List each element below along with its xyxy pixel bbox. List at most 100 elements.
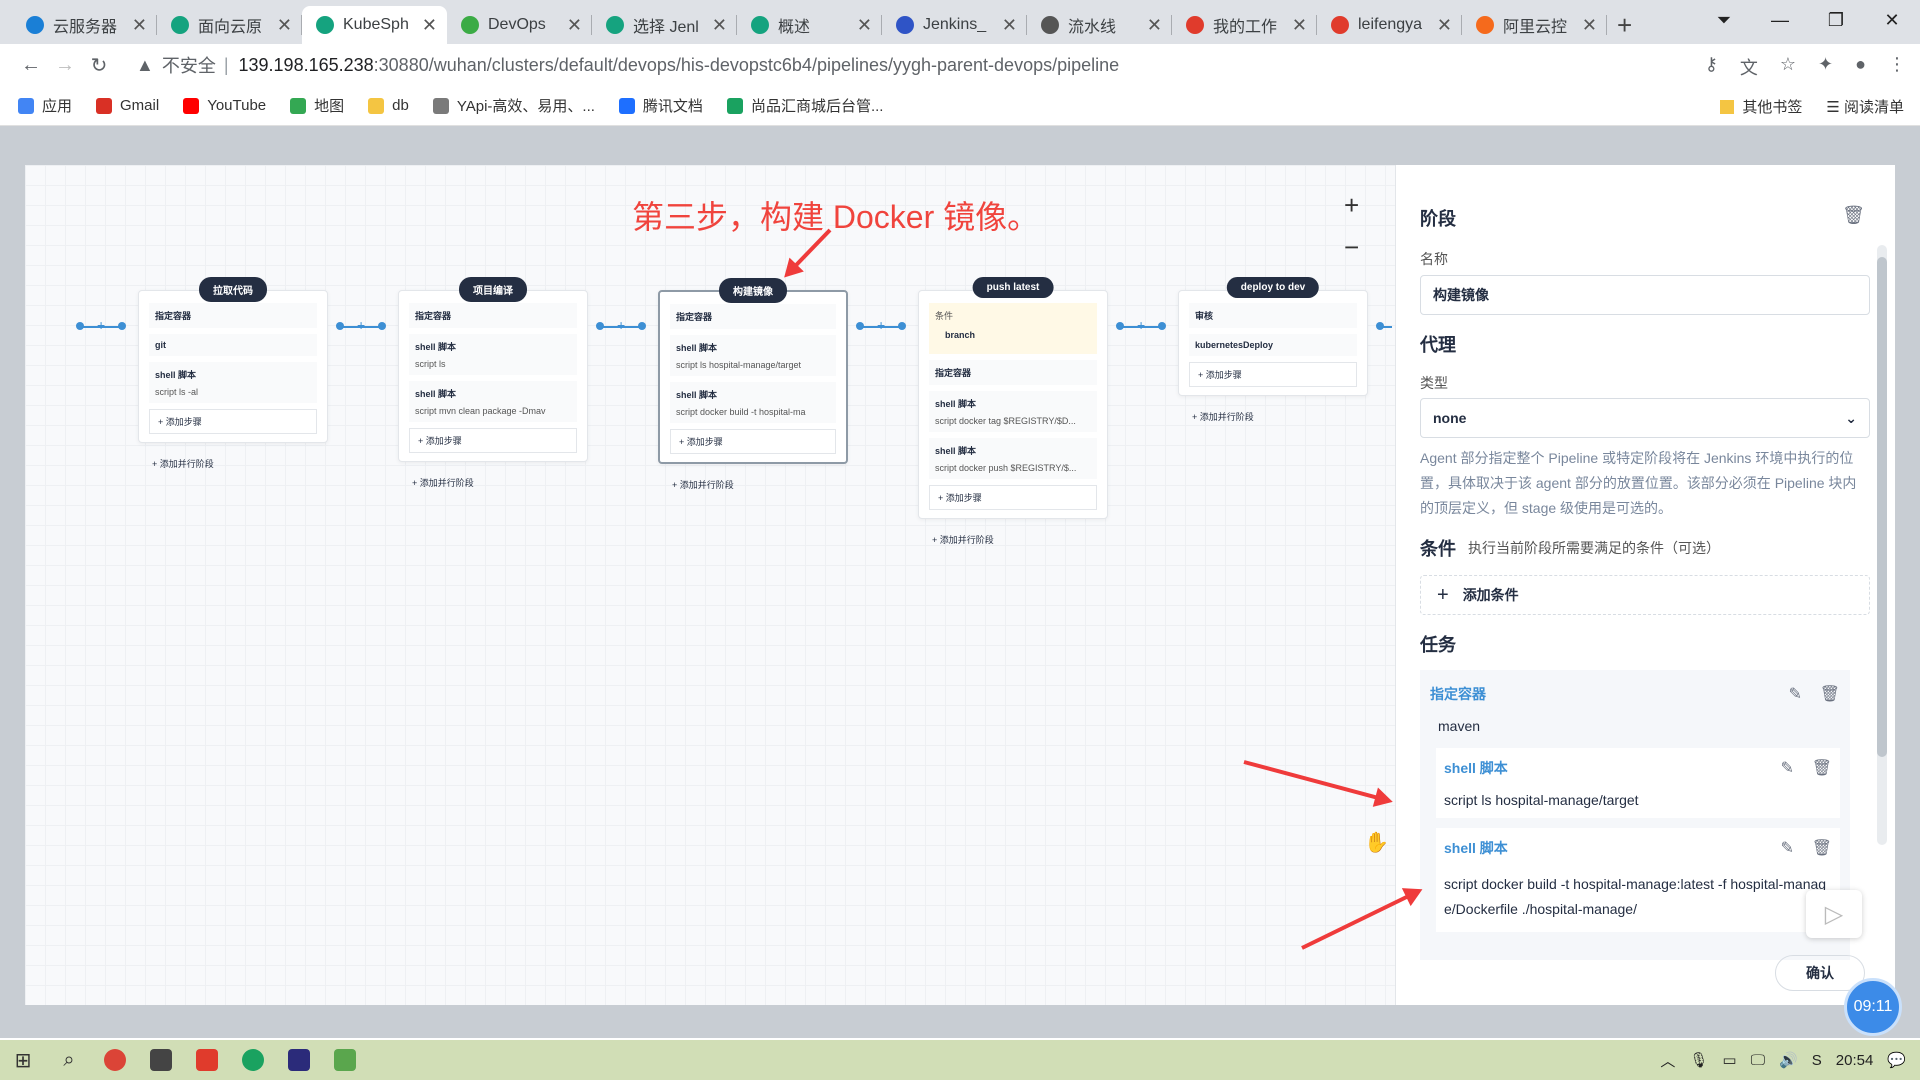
extensions-icon[interactable]: ✦	[1818, 54, 1833, 80]
tab-close-icon[interactable]: ✕	[567, 15, 582, 36]
zoom-out-button[interactable]: −	[1344, 232, 1359, 263]
tab-close-icon[interactable]: ✕	[277, 15, 292, 36]
step-block[interactable]: shell 脚本 script ls -al	[149, 362, 317, 403]
app-green-icon[interactable]	[230, 1040, 276, 1080]
tab-close-icon[interactable]: ✕	[132, 15, 147, 36]
stage-card[interactable]: 拉取代码 指定容器 git shell 脚本 script ls -al + 添加步骤	[138, 277, 328, 443]
step-block[interactable]: shell 脚本 script docker tag $REGISTRY/$D..…	[929, 391, 1097, 432]
add-step-button[interactable]: + 添加步骤	[929, 485, 1097, 510]
tray-chevron-icon[interactable]: ︿	[1660, 1050, 1675, 1071]
trash-icon[interactable]: 🗑	[1820, 686, 1840, 703]
agent-type-select[interactable]: none ⌄	[1420, 398, 1870, 438]
edit-icon[interactable]: ✎	[1781, 760, 1794, 777]
bookmark-item[interactable]: 应用	[18, 95, 72, 116]
shell-task-1[interactable]: shell 脚本 ✎ 🗑 script ls hospital-manage/ta…	[1436, 748, 1840, 818]
bookmark-item[interactable]: 尚品汇商城后台管...	[726, 95, 883, 116]
minimize-button[interactable]: —	[1752, 10, 1808, 31]
browser-tab[interactable]: 流水线 ✕	[1027, 6, 1172, 44]
battery-icon[interactable]: ▭	[1722, 1051, 1736, 1069]
add-step-button[interactable]: + 添加步骤	[670, 429, 836, 454]
volume-icon[interactable]: 🔊	[1779, 1051, 1798, 1069]
stage-condition[interactable]: 条件 branch	[929, 303, 1097, 354]
wps-icon[interactable]	[184, 1040, 230, 1080]
trash-icon[interactable]: 🗑	[1812, 760, 1832, 777]
notifications-icon[interactable]: 💬	[1887, 1051, 1906, 1069]
step-block[interactable]: shell 脚本 script docker build -t hospital-…	[670, 382, 836, 423]
key-icon[interactable]: ⚷	[1705, 54, 1718, 80]
add-step-button[interactable]: + 添加步骤	[149, 409, 317, 434]
step-block[interactable]: 指定容器	[409, 303, 577, 328]
delete-stage-icon[interactable]: 🗑	[1842, 205, 1865, 226]
bookmark-item[interactable]: YouTube	[183, 97, 266, 114]
ime-icon[interactable]: S	[1812, 1052, 1822, 1069]
add-step-button[interactable]: + 添加步骤	[409, 428, 577, 453]
step-block[interactable]: shell 脚本 script ls hospital-manage/target	[670, 335, 836, 376]
trash-icon[interactable]: 🗑	[1812, 840, 1832, 857]
windows-start-icon[interactable]: ⊞	[0, 1040, 46, 1080]
reload-button[interactable]: ↻	[82, 53, 116, 78]
app-icon[interactable]	[138, 1040, 184, 1080]
edit-icon[interactable]: ✎	[1789, 686, 1802, 703]
jetbrains-icon[interactable]	[276, 1040, 322, 1080]
edit-icon[interactable]: ✎	[1781, 840, 1794, 857]
stage-name-input[interactable]: 构建镜像	[1420, 275, 1870, 315]
step-block[interactable]: kubernetesDeploy	[1189, 334, 1357, 356]
tab-close-icon[interactable]: ✕	[1582, 15, 1597, 36]
add-condition-button[interactable]: + 添加条件	[1420, 575, 1870, 615]
tab-close-icon[interactable]: ✕	[422, 15, 437, 36]
add-parallel-stage-button[interactable]: + 添加并行阶段	[398, 472, 588, 493]
tab-close-icon[interactable]: ✕	[712, 15, 727, 36]
shell-task-2[interactable]: shell 脚本 ✎ 🗑 script docker build -t hospi…	[1436, 828, 1840, 932]
forward-button[interactable]: →	[48, 54, 82, 77]
add-parallel-stage-button[interactable]: + 添加并行阶段	[138, 453, 328, 474]
step-block[interactable]: 指定容器	[149, 303, 317, 328]
bookmark-item[interactable]: YApi-高效、易用、...	[432, 95, 595, 116]
browser-tab[interactable]: leifengya ✕	[1317, 6, 1462, 44]
browser-tab[interactable]: Jenkins_ ✕	[882, 6, 1027, 44]
zoom-in-button[interactable]: +	[1344, 190, 1359, 221]
add-stage-plus-icon[interactable]: +	[357, 317, 365, 333]
tab-close-icon[interactable]: ✕	[1002, 15, 1017, 36]
browser-tab[interactable]: 选择 Jenl ✕	[592, 6, 737, 44]
network-icon[interactable]: 🖵	[1751, 1052, 1765, 1069]
tab-close-icon[interactable]: ✕	[857, 15, 872, 36]
translate-icon[interactable]: 文	[1740, 54, 1758, 80]
search-icon[interactable]: ⌕	[46, 1040, 92, 1080]
notepad-icon[interactable]	[322, 1040, 368, 1080]
other-bookmarks[interactable]: 其他书签	[1720, 96, 1802, 117]
stage-card[interactable]: deploy to dev 审核 kubernetesDeploy + 添加步骤	[1178, 277, 1368, 396]
close-button[interactable]: ✕	[1864, 10, 1920, 31]
mic-icon[interactable]: 🎙	[1689, 1051, 1708, 1069]
step-block[interactable]: shell 脚本 script ls	[409, 334, 577, 375]
add-stage-plus-icon[interactable]: +	[617, 317, 625, 333]
menu-icon[interactable]: ⋮	[1888, 54, 1906, 80]
profile-avatar-icon[interactable]: ●	[1855, 54, 1866, 80]
browser-tab[interactable]: KubeSph ✕	[302, 6, 447, 44]
stage-card[interactable]: 构建镜像 指定容器 shell 脚本 script ls hospital-manag…	[658, 278, 848, 464]
add-parallel-stage-button[interactable]: + 添加并行阶段	[1178, 406, 1368, 427]
browser-tab[interactable]: DevOps ✕	[447, 6, 592, 44]
add-step-button[interactable]: + 添加步骤	[1189, 362, 1357, 387]
profile-dropdown-icon[interactable]: ⏷	[1696, 10, 1752, 31]
new-tab-button[interactable]: +	[1617, 6, 1632, 44]
browser-tab[interactable]: 概述 ✕	[737, 6, 882, 44]
browser-tab[interactable]: 云服务器 ✕	[12, 6, 157, 44]
omnibox[interactable]: ▲ 不安全 | 139.198.165.238:30880/wuhan/clus…	[136, 50, 1752, 80]
browser-tab[interactable]: 阿里云控 ✕	[1462, 6, 1607, 44]
step-block[interactable]: 审核	[1189, 303, 1357, 328]
bookmark-item[interactable]: 地图	[290, 95, 344, 116]
bookmark-item[interactable]: 腾讯文档	[618, 95, 703, 116]
star-icon[interactable]: ☆	[1780, 54, 1796, 80]
add-parallel-stage-button[interactable]: + 添加并行阶段	[918, 529, 1108, 550]
add-stage-plus-icon[interactable]: +	[877, 317, 885, 333]
step-block[interactable]: 指定容器	[670, 304, 836, 329]
recording-timer-badge[interactable]: 09:11	[1844, 978, 1902, 1036]
bookmark-item[interactable]: db	[368, 97, 409, 114]
clock[interactable]: 20:54	[1836, 1052, 1874, 1069]
stage-card[interactable]: push latest 条件 branch 指定容器 shell 脚本 script do…	[918, 277, 1108, 519]
panel-scrollbar[interactable]	[1877, 245, 1887, 845]
add-parallel-stage-button[interactable]: + 添加并行阶段	[658, 474, 848, 495]
step-block[interactable]: shell 脚本 script mvn clean package -Dmav	[409, 381, 577, 422]
step-block[interactable]: git	[149, 334, 317, 356]
chrome-icon[interactable]	[92, 1040, 138, 1080]
